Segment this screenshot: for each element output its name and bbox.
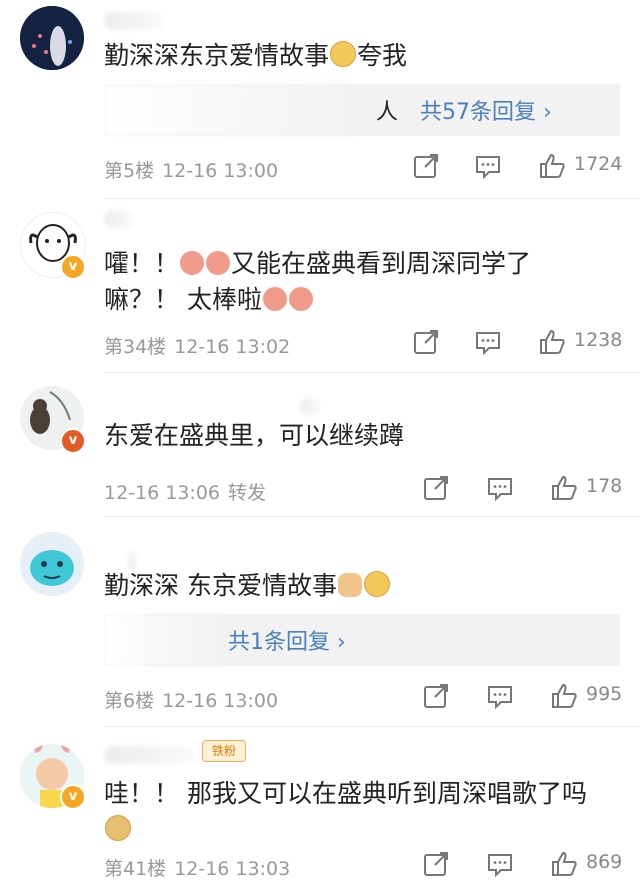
divider <box>104 726 640 727</box>
avatar-image-icon <box>20 6 84 70</box>
action-bar: 1724 <box>0 152 640 182</box>
crying-emoji-icon <box>288 287 313 311</box>
action-bar: 178 <box>0 474 640 504</box>
avatar-image-icon <box>20 532 84 596</box>
comment-line-1: 嚯！！ 又能在盛典看到周深同学了 <box>104 246 616 282</box>
like-icon[interactable] <box>550 850 578 878</box>
crying-emoji-icon <box>262 287 287 311</box>
like-icon[interactable] <box>550 474 578 502</box>
detective-pikachu-emoji-icon <box>105 815 131 841</box>
comment-text-body: 哇！！ 那我又可以在盛典听到周深唱歌了吗 <box>104 779 587 808</box>
username-blurred[interactable] <box>104 210 134 228</box>
like-count: 1724 <box>574 153 623 175</box>
comment-text: 勤深深东京爱情故事 夸我 <box>104 38 616 74</box>
dog-emoji-icon <box>363 571 390 597</box>
like-count: 1238 <box>574 329 623 351</box>
action-bar: 995 <box>0 682 640 712</box>
like-icon[interactable] <box>538 328 566 356</box>
reply-people-text: 人 <box>376 100 399 125</box>
share-icon[interactable] <box>422 682 450 710</box>
comment-icon[interactable] <box>474 328 502 356</box>
comment-text: 嚯！！ 又能在盛典看到周深同学了 嘛？！ 太棒啦 <box>104 246 616 318</box>
thumbs-up-emoji-icon <box>337 573 362 597</box>
divider <box>104 198 640 199</box>
verified-badge-icon: v <box>60 254 86 280</box>
avatar[interactable] <box>20 6 84 70</box>
like-icon[interactable] <box>550 682 578 710</box>
reply-count-link[interactable]: 共57条回复 › <box>420 94 552 126</box>
share-icon[interactable] <box>412 328 440 356</box>
divider <box>104 516 640 517</box>
comment-line-2: 嘛？！ 太棒啦 <box>104 282 616 318</box>
dog-emoji-icon <box>330 41 357 67</box>
username-blurred[interactable] <box>104 746 194 764</box>
comment-text: 哇！！ 那我又可以在盛典听到周深唱歌了吗 <box>104 776 616 848</box>
comment-text: 东爱在盛典里，可以继续蹲 <box>104 418 616 454</box>
like-count: 178 <box>586 475 623 497</box>
divider <box>104 372 640 373</box>
comment-text: 勤深深 东京爱情故事 <box>104 568 616 604</box>
share-icon[interactable] <box>412 152 440 180</box>
comment-icon[interactable] <box>486 474 514 502</box>
comment-icon[interactable] <box>486 682 514 710</box>
comment-text-part: 嘛？！ 太棒啦 <box>104 285 262 314</box>
reply-names-blurred <box>104 84 354 136</box>
like-count: 995 <box>586 683 623 705</box>
action-bar: 1238 <box>0 328 640 358</box>
reply-preview[interactable]: 人 共57条回复 › <box>104 84 620 136</box>
fan-badge: 铁粉 <box>202 740 246 762</box>
reply-count-link[interactable]: 共1条回复 › <box>228 624 346 656</box>
username-blurred[interactable] <box>104 12 164 30</box>
comment-text-body: 勤深深 东京爱情故事 <box>104 571 337 600</box>
like-icon[interactable] <box>538 152 566 180</box>
comment-text-part: 又能在盛典看到周深同学了 <box>231 249 532 278</box>
comment-text-suffix: 夸我 <box>357 41 408 70</box>
share-icon[interactable] <box>422 850 450 878</box>
comment-text-body: 东爱在盛典里，可以继续蹲 <box>104 421 405 450</box>
reply-names-blurred <box>104 614 224 666</box>
reply-preview[interactable]: 共1条回复 › <box>104 614 620 666</box>
comment-icon[interactable] <box>486 850 514 878</box>
comment-text-part: 嚯！！ <box>104 249 180 278</box>
verified-badge-icon: v <box>60 428 86 454</box>
avatar[interactable] <box>20 532 84 596</box>
comment-text-body: 勤深深东京爱情故事 <box>104 41 330 70</box>
username-blurred[interactable] <box>300 398 320 416</box>
comment-line-2 <box>104 812 616 848</box>
crying-emoji-icon <box>180 251 205 275</box>
comment-icon[interactable] <box>474 152 502 180</box>
crying-emoji-icon <box>206 251 231 275</box>
verified-badge-icon: v <box>60 784 86 810</box>
like-count: 869 <box>586 851 623 873</box>
action-bar: 869 <box>0 850 640 880</box>
share-icon[interactable] <box>422 474 450 502</box>
